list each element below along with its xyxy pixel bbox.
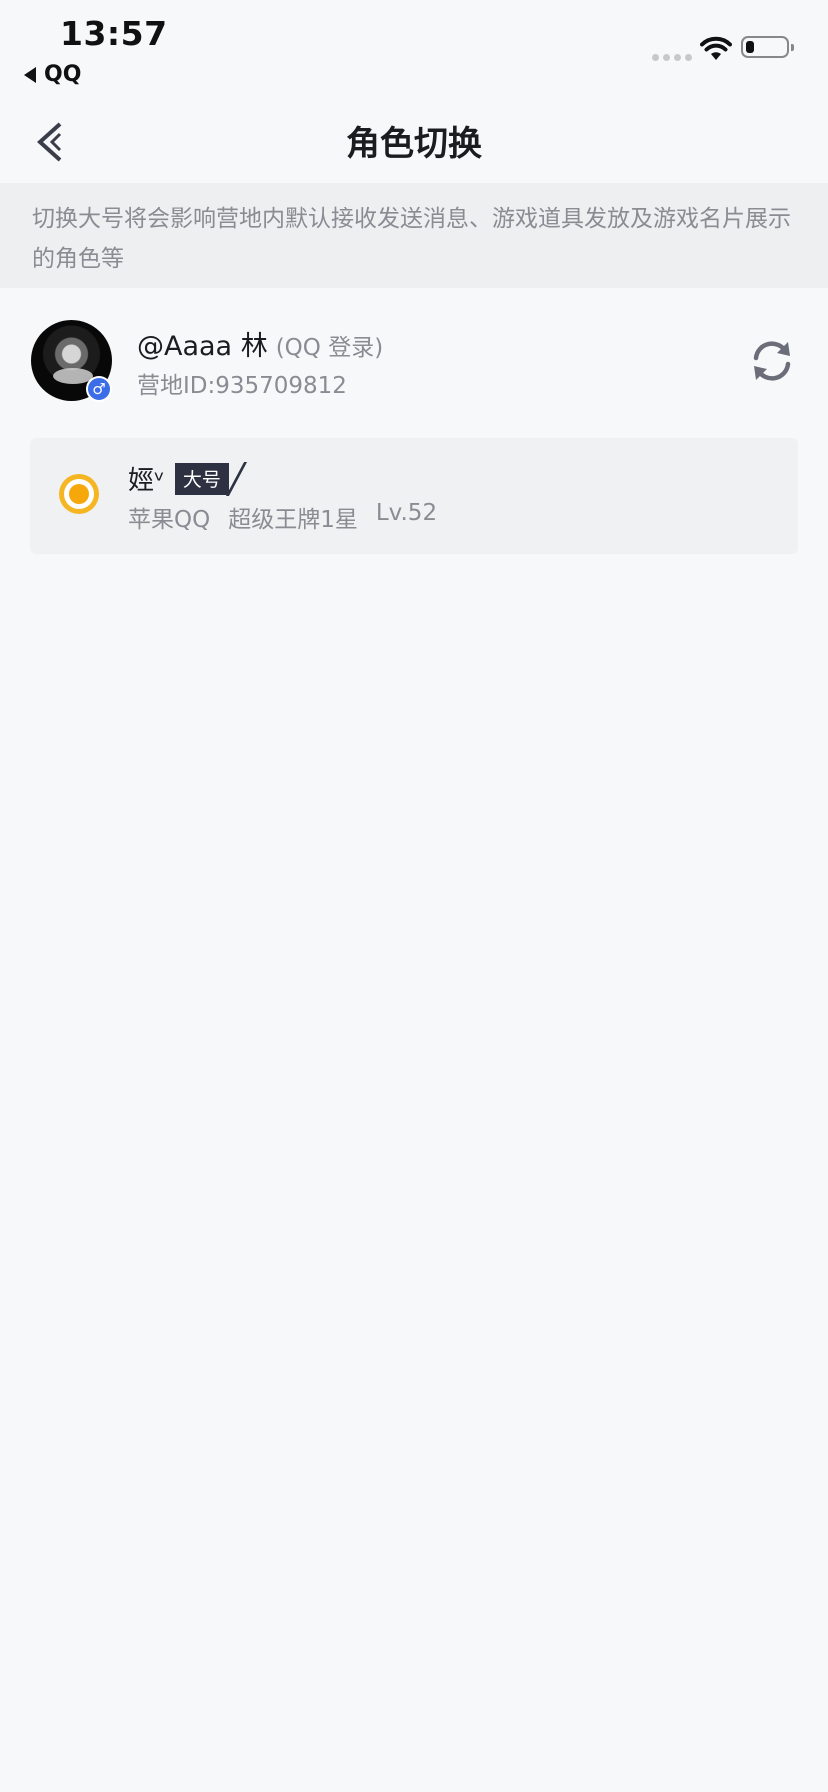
login-type: (QQ 登录)	[275, 335, 384, 361]
account-row: ♂ @Aaaa 林 (QQ 登录) 营地ID:935709812	[0, 300, 828, 420]
badge-slash-decoration	[225, 461, 247, 496]
role-rank: 超级王牌1星	[228, 507, 358, 533]
camp-id: 营地ID:935709812	[137, 373, 347, 399]
battery-icon	[741, 36, 794, 58]
male-icon: ♂	[86, 376, 112, 402]
page-title: 角色切换	[346, 124, 482, 164]
radio-selected-icon[interactable]	[59, 474, 99, 514]
signal-dots-icon	[652, 54, 692, 61]
role-card[interactable]: 娙ᵛ 大号 苹果QQ 超级王牌1星 Lv.52	[30, 438, 798, 554]
account-name: @Aaaa 林	[137, 331, 268, 362]
wifi-icon	[700, 36, 732, 60]
main-account-badge: 大号	[174, 462, 229, 495]
role-platform: 苹果QQ	[128, 507, 211, 533]
back-triangle-icon	[24, 66, 36, 83]
role-level: Lv.52	[375, 500, 438, 526]
nav-bar: 角色切换	[0, 100, 828, 182]
role-name-row: 娙ᵛ 大号	[128, 460, 247, 497]
role-name: 娙ᵛ	[128, 466, 165, 496]
status-time: 13:57	[60, 14, 168, 53]
status-back-app-label: QQ	[44, 62, 82, 87]
account-name-row: @Aaaa 林 (QQ 登录)	[137, 324, 383, 363]
status-back-to-app[interactable]: QQ	[24, 62, 81, 87]
notice-banner: 切换大号将会影响营地内默认接收发送消息、游戏道具发放及游戏名片展示的角色等	[0, 183, 828, 288]
switch-account-icon	[753, 341, 791, 381]
status-bar: 13:57 QQ	[0, 0, 828, 100]
role-detail: 苹果QQ 超级王牌1星 Lv.52	[128, 500, 437, 534]
switch-account-button[interactable]	[747, 336, 797, 386]
